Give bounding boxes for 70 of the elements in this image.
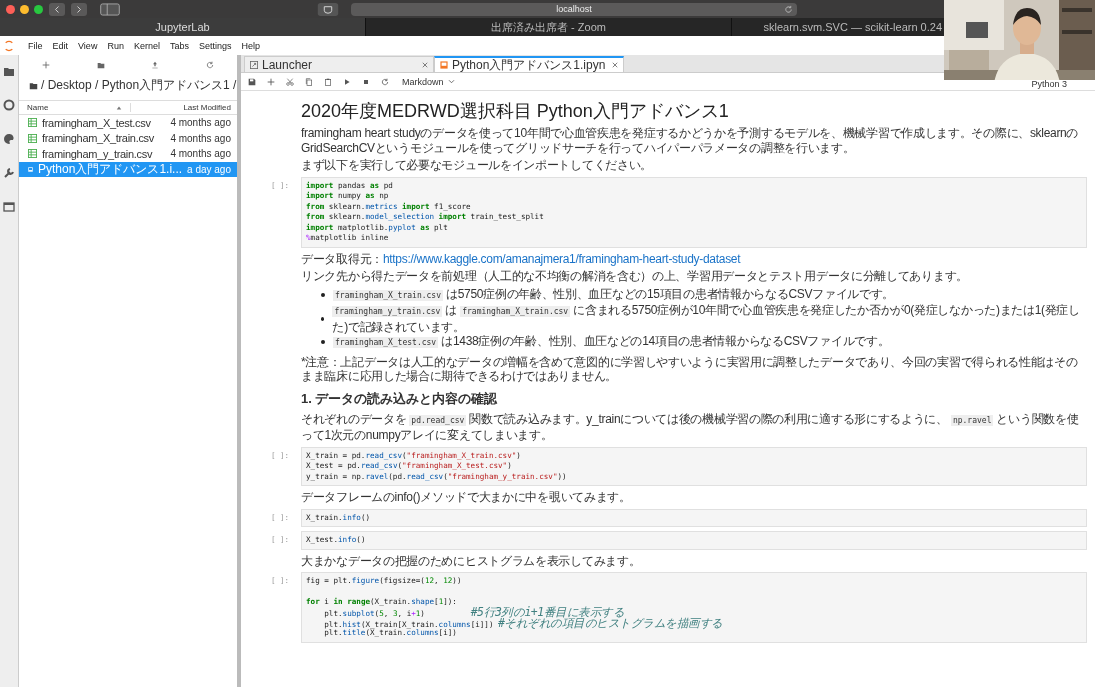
file-row[interactable]: framingham_X_train.csv 4 months ago [19, 130, 237, 146]
sort-caret-icon [116, 104, 122, 111]
new-folder-icon[interactable] [96, 61, 105, 69]
tab-window-icon[interactable] [3, 201, 15, 213]
menu-item[interactable]: Run [107, 40, 124, 51]
paragraph: リンク先から得たデータを前処理（人工的な不均衡の解消を含む）の上、学習用データとテスト用データに分離してあります。 [301, 269, 969, 284]
folder-icon[interactable] [29, 81, 38, 90]
kernel-name[interactable]: Python 3 [1031, 79, 1067, 90]
modified-column-header[interactable]: Last Modified [131, 103, 237, 112]
name-column-header[interactable]: Name [19, 103, 131, 112]
file-row[interactable]: framingham_X_test.csv 4 months ago [19, 115, 237, 131]
paragraph: 大まかなデータの把握のためにヒストグラムを表示してみます。 [301, 553, 642, 568]
browser-tab[interactable]: 出席済み出席者 - Zoom [366, 18, 732, 36]
close-window-icon[interactable] [6, 4, 15, 14]
list-item: framingham_X_train.csv は5750症例の年齢、性別、血圧などの15項目の患者情報からなるCSVファイルです。 [333, 286, 895, 303]
address-bar[interactable]: localhost [351, 2, 797, 16]
shield-icon[interactable] [317, 2, 339, 16]
plus-icon[interactable] [267, 77, 275, 86]
caret-icon [447, 79, 455, 84]
notebook-title: 2020年度MEDRWD選択科目 Python入門アドバンス1 [301, 100, 730, 123]
spreadsheet-icon [28, 149, 37, 159]
forward-button[interactable] [71, 2, 87, 16]
menu-item[interactable]: Edit [52, 40, 69, 51]
menu-item[interactable]: File [28, 40, 43, 51]
paragraph: データ取得元：https://www.kaggle.com/amanajmera1/framingham-heart-study-dataset [301, 251, 742, 266]
menu-item[interactable]: Help [241, 40, 260, 51]
notebook-icon [28, 164, 33, 174]
restart-icon[interactable] [381, 77, 389, 86]
spreadsheet-icon [28, 133, 37, 143]
browser-tab[interactable]: JupyterLab [0, 18, 366, 36]
cut-icon[interactable] [286, 77, 294, 86]
run-icon[interactable] [343, 77, 351, 86]
cell-type-dropdown[interactable]: Markdown [402, 76, 455, 87]
paragraph: *注意：上記データは人工的なデータの増幅を含めて意図的に学習しやすいように実習用に調整したデータであり、今回の実習で得られる性能はそのまま臨床に応用した場合に期待できるわけではありません。 [301, 354, 1079, 384]
paragraph: それぞれのデータを pd.read_csv 関数で読み込みます。y_trainについては後の機械学習の際の利用に適する形にするように、 np.ravel という関数を使って1次元のnumpyアレイに変えてしまいます。 [301, 411, 1080, 443]
plus-icon[interactable] [42, 61, 51, 69]
zoom-window-icon[interactable] [34, 4, 43, 14]
notebook-icon [440, 61, 448, 69]
palette-icon[interactable] [3, 133, 15, 145]
document-tab[interactable]: Python入門アドバンス1.ipyn [434, 56, 624, 72]
refresh-icon[interactable] [205, 61, 214, 69]
menu-item[interactable]: Kernel [133, 40, 160, 51]
close-icon[interactable] [422, 61, 428, 68]
paste-icon[interactable] [324, 77, 332, 86]
minimize-window-icon[interactable] [20, 4, 29, 14]
breadcrumb-path[interactable]: / Desktop / Python入門アドバンス1 / [41, 77, 237, 94]
paragraph: framingham heart studyのデータを使って10年間で心血管疾患を発症するかどうかを予測するモデルを、機械学習で作成します。その際に、sklearnのGridSearchCVというモジュールを使ってグリッドサーチを行ってハイパーパラメータの調整を行います。 [301, 126, 1080, 155]
reload-icon[interactable] [784, 4, 793, 14]
menu-item[interactable]: Settings [198, 40, 232, 51]
launcher-icon [250, 60, 258, 69]
back-button[interactable] [49, 2, 65, 16]
menu-item[interactable]: View [78, 40, 98, 51]
folder-icon[interactable] [3, 65, 15, 77]
close-icon[interactable] [612, 62, 618, 68]
list-item: framingham_X_test.csv は1438症例の年齢、性別、血圧などの14項目の患者情報からなるCSVファイルです。 [333, 334, 890, 350]
list-item: framingham_y_train.csv は framingham_X_train.csv に含まれる5750症例が10年間で心血管疾患を発症したか否かが0(発症しなかった)または1(発症した)で記録されています。 [332, 303, 1081, 334]
menu-item[interactable]: Tabs [169, 40, 189, 51]
spreadsheet-icon [28, 118, 37, 128]
document-tab[interactable]: Launcher [244, 56, 434, 72]
save-icon[interactable] [248, 77, 256, 86]
copy-icon[interactable] [305, 77, 313, 86]
wrench-icon[interactable] [3, 167, 15, 179]
section-heading: 1. データの読み込みと内容の確認 [301, 389, 499, 408]
sidebar-icon[interactable] [99, 2, 121, 16]
jupyter-logo-icon [4, 38, 14, 53]
paragraph: データフレームのinfo()メソッドで大まかに中を覗いてみます。 [301, 490, 632, 505]
file-row[interactable]: framingham_y_train.csv 4 months ago [19, 146, 237, 162]
link[interactable]: https://www.kaggle.com/amanajmera1/framingham-heart-study-dataset [382, 251, 741, 266]
browser-tab[interactable]: sklearn.svm.SVC — scikit-learn 0.24 [732, 18, 944, 36]
paragraph: まず以下を実行して必要なモジュールをインポートしてください。 [301, 158, 653, 173]
